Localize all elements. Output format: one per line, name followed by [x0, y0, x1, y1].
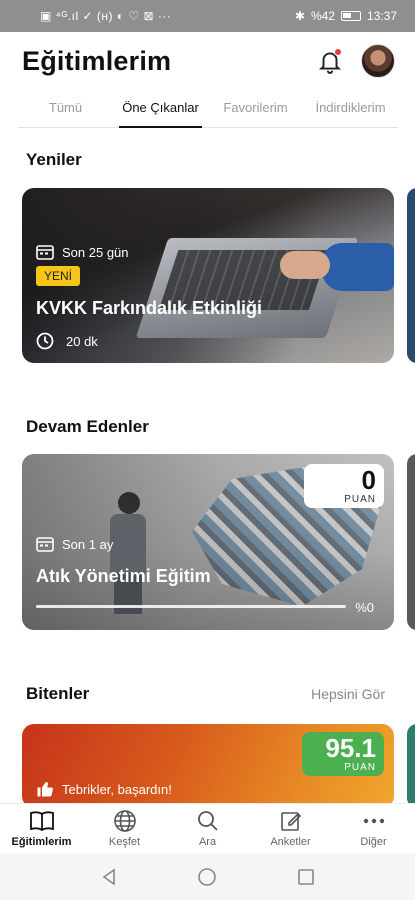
card-date-row: Son 25 gün: [36, 244, 129, 260]
nav-discover[interactable]: Keşfet: [83, 804, 166, 853]
edit-icon: [280, 812, 301, 831]
notification-dot: [334, 48, 342, 56]
nav-label: Ara: [198, 836, 217, 848]
battery-icon: [340, 11, 361, 21]
card-image-hand: [280, 243, 394, 291]
bottom-nav: Eğitimlerim Keşfet Ara Anketler Diğer: [0, 803, 415, 853]
congrats-row: Tebrikler, başardın!: [36, 780, 172, 798]
recents-icon[interactable]: [296, 867, 316, 887]
thumbs-up-icon: [37, 782, 53, 797]
card-title: KVKK Farkındalık Etkinliği: [36, 298, 263, 318]
card-date: Son 1 ay: [62, 536, 114, 552]
avatar[interactable]: [361, 44, 395, 78]
nav-label: Keşfet: [108, 836, 141, 848]
course-card-finished[interactable]: 95.1 PUAN Tebrikler, başardın!: [22, 724, 394, 808]
nav-surveys[interactable]: Anketler: [249, 804, 332, 853]
nav-search[interactable]: Ara: [166, 804, 249, 853]
nav-my-trainings[interactable]: Eğitimlerim: [0, 804, 83, 853]
section-title-continuing: Devam Edenler: [26, 417, 149, 436]
next-card-peek[interactable]: [407, 724, 415, 808]
card-date: Son 25 gün: [62, 244, 129, 260]
nav-label: Anketler: [270, 836, 311, 848]
card-duration: 20 dk: [66, 333, 98, 349]
globe-icon: [113, 810, 136, 832]
course-card-waste[interactable]: 0 PUAN Son 1 ay Atık Yönetimi Eğitim %0: [22, 454, 394, 630]
status-icons-text: ▣ ⁴ᴳ.ıl ✓ (ʜ) ◐ ♡ ⊠ ···: [40, 9, 172, 23]
bluetooth-icon: ✱: [294, 9, 305, 23]
status-bar: ▣ ⁴ᴳ.ıl ✓ (ʜ) ◐ ♡ ⊠ ··· ✱ %42 13:37: [0, 0, 415, 32]
score-value: 95.1: [325, 733, 376, 763]
score-badge: 0 PUAN: [304, 464, 384, 508]
nav-label: Diğer: [360, 836, 387, 848]
tab-favorites[interactable]: Favorilerim: [208, 90, 303, 127]
new-badge: YENİ: [36, 266, 81, 286]
nav-more[interactable]: Diğer: [332, 804, 415, 853]
status-icons-right: ✱ %42 13:37: [295, 9, 397, 23]
more-icon: [363, 818, 384, 824]
back-icon[interactable]: [99, 867, 119, 887]
progress-bar: [36, 605, 346, 608]
system-nav-bar: [0, 853, 415, 900]
see-all-link[interactable]: Hepsini Gör: [311, 686, 385, 702]
tab-all[interactable]: Tümü: [18, 90, 113, 127]
book-icon: [29, 811, 54, 832]
tab-bar: Tümü Öne Çıkanlar Favorilerim İndirdikle…: [18, 90, 398, 128]
tab-downloads[interactable]: İndirdiklerim: [303, 90, 398, 127]
status-icons-left: ▣ ⁴ᴳ.ıl ✓ (ʜ) ◐ ♡ ⊠ ···: [40, 9, 171, 23]
card-date-row: Son 1 ay: [36, 536, 113, 552]
calendar-icon: [36, 245, 54, 260]
section-title-finished: Bitenler: [26, 684, 90, 703]
score-value: 0: [361, 465, 376, 495]
battery-percent: %42: [310, 9, 335, 23]
score-badge: 95.1 PUAN: [302, 732, 384, 776]
progress-percent: %0: [355, 600, 374, 615]
score-label: PUAN: [344, 494, 376, 505]
search-icon: [197, 811, 218, 831]
card-duration-row: 20 dk: [36, 332, 98, 350]
app-header: Eğitimlerim: [0, 32, 415, 90]
course-card-kvkk[interactable]: Son 25 gün YENİ KVKK Farkındalık Etkinli…: [22, 188, 394, 363]
home-icon[interactable]: [197, 867, 217, 887]
calendar-icon: [36, 537, 54, 552]
congrats-text: Tebrikler, başardın!: [62, 781, 172, 797]
card-image-person: [102, 492, 154, 614]
notification-bell-button[interactable]: [317, 48, 343, 74]
nav-label: Eğitimlerim: [11, 836, 72, 848]
clock-icon: [36, 332, 54, 350]
section-title-new: Yeniler: [26, 150, 82, 169]
tab-featured[interactable]: Öne Çıkanlar: [113, 90, 208, 128]
page-title: Eğitimlerim: [22, 45, 172, 76]
header-actions: [317, 44, 395, 78]
card-title: Atık Yönetimi Eğitim: [36, 566, 211, 586]
score-label: PUAN: [344, 762, 376, 773]
clock: 13:37: [366, 9, 397, 23]
next-card-peek[interactable]: [407, 188, 415, 363]
next-card-peek[interactable]: [407, 454, 415, 630]
